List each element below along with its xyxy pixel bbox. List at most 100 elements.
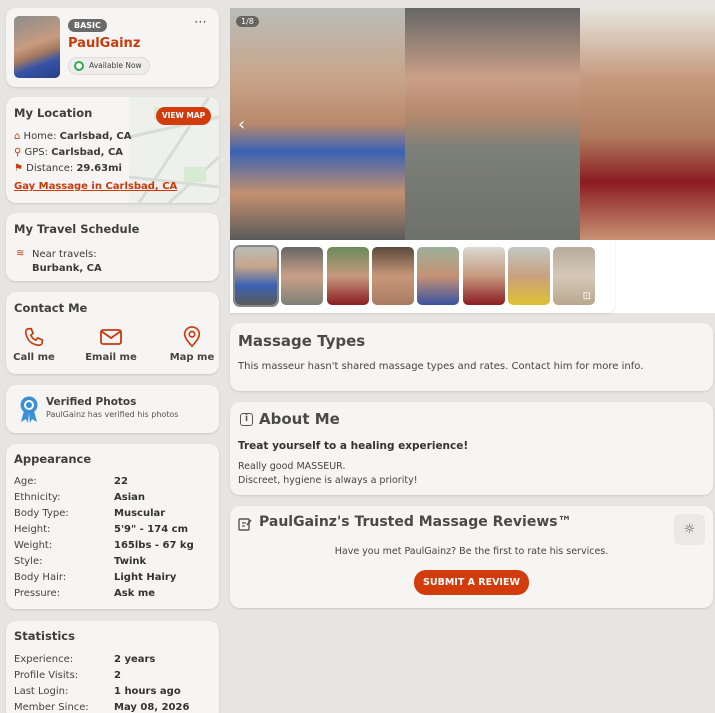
home-value: Carlsbad, CA xyxy=(59,131,132,142)
attr-key: Pressure: xyxy=(14,588,61,599)
verified-badge-icon xyxy=(20,396,38,423)
verified-title: Verified Photos xyxy=(46,396,137,408)
map-label: Map me xyxy=(169,352,215,363)
appearance-row: Ethnicity: Asian xyxy=(14,492,145,503)
verified-subtitle: PaulGainz has verified his photos xyxy=(46,410,179,419)
stat-value: May 08, 2026 xyxy=(114,702,190,713)
attr-value: 165lbs - 67 kg xyxy=(114,540,194,551)
stat-key: Member Since: xyxy=(14,702,89,713)
attr-key: Age: xyxy=(14,476,37,487)
stat-value: 2 xyxy=(114,670,121,681)
pin-icon: ⚲ xyxy=(14,147,22,158)
avatar[interactable] xyxy=(14,16,60,78)
thumbnail[interactable] xyxy=(327,247,369,305)
thumbnail[interactable] xyxy=(233,245,279,307)
home-label: Home: xyxy=(23,131,57,142)
contact-card: Contact Me Call me Email me Map me xyxy=(6,292,219,374)
thumbnail[interactable] xyxy=(372,247,414,305)
about-title: About Me xyxy=(259,410,340,428)
stat-row: Member Since: May 08, 2026 xyxy=(14,702,189,713)
thumbnail[interactable] xyxy=(463,247,505,305)
map-button[interactable]: Map me xyxy=(168,326,216,363)
thumbnail[interactable] xyxy=(508,247,550,305)
attr-value: Light Hairy xyxy=(114,572,177,583)
call-label: Call me xyxy=(13,352,55,363)
thumbnail[interactable] xyxy=(281,247,323,305)
locked-thumbnail[interactable]: ⊡ xyxy=(553,247,595,305)
home-row: ⌂ Home: Carlsbad, CA xyxy=(14,131,131,142)
stat-key: Experience: xyxy=(14,654,74,665)
distance-value: 29.63mi xyxy=(76,163,122,174)
map-pin-icon xyxy=(183,326,201,348)
about-headline: Treat yourself to a healing experience! xyxy=(238,440,469,452)
appearance-row: Age: 22 xyxy=(14,476,128,487)
stat-value: 1 hours ago xyxy=(114,686,181,697)
review-edit-icon xyxy=(238,518,252,531)
info-icon: i xyxy=(240,413,253,426)
attr-value: Ask me xyxy=(114,588,156,599)
verified-card: Verified Photos PaulGainz has verified h… xyxy=(6,385,219,433)
mail-icon xyxy=(100,329,122,345)
attr-value: 22 xyxy=(114,476,128,487)
attr-value: Muscular xyxy=(114,508,166,519)
chevron-left-icon[interactable]: ‹ xyxy=(238,114,245,135)
attr-value: Twink xyxy=(114,556,147,567)
attr-key: Body Hair: xyxy=(14,572,67,583)
distance-row: ⚑ Distance: 29.63mi xyxy=(14,163,122,174)
reviews-prompt: Have you met PaulGainz? Be the first to … xyxy=(334,546,609,557)
gallery-photo[interactable] xyxy=(405,8,580,240)
appearance-row: Weight: 165lbs - 67 kg xyxy=(14,540,194,551)
travel-card: My Travel Schedule ≋ Near travels: Burba… xyxy=(6,213,219,281)
location-title: My Location xyxy=(14,106,93,120)
lock-icon: ⊡ xyxy=(582,291,591,302)
massage-types-title: Massage Types xyxy=(238,332,366,350)
city-link[interactable]: Gay Massage in Carlsbad, CA xyxy=(14,181,177,192)
main-photo[interactable] xyxy=(230,8,405,240)
travel-icon: ≋ xyxy=(16,248,25,259)
appearance-row: Pressure: Ask me xyxy=(14,588,155,599)
reviews-card: PaulGainz's Trusted Massage Reviews™ ☼ H… xyxy=(230,506,713,608)
attr-value: Asian xyxy=(114,492,145,503)
profile-name: PaulGainz xyxy=(68,36,141,51)
statistics-title: Statistics xyxy=(14,629,75,643)
stat-row: Profile Visits: 2 xyxy=(14,670,121,681)
email-button[interactable]: Email me xyxy=(84,326,138,363)
statistics-card: Statistics Experience: 2 years Profile Vi… xyxy=(6,621,219,713)
about-line-2: Discreet, hygiene is always a priority! xyxy=(238,475,418,486)
plan-badge: BASIC xyxy=(68,19,107,32)
call-button[interactable]: Call me xyxy=(12,326,56,363)
submit-review-button[interactable]: SUBMIT A REVIEW xyxy=(414,570,529,595)
stat-row: Experience: 2 years xyxy=(14,654,155,665)
thumbnail[interactable] xyxy=(417,247,459,305)
photo-counter: 1/8 xyxy=(236,16,259,27)
appearance-card: Appearance Age: 22 Ethnicity: Asian Body T… xyxy=(6,444,219,609)
gps-value: Carlsbad, CA xyxy=(51,147,124,158)
phone-icon xyxy=(24,327,44,347)
stat-key: Last Login: xyxy=(14,686,69,697)
more-options-icon[interactable]: ⋯ xyxy=(194,15,207,30)
near-travels-label: Near travels: xyxy=(32,249,97,260)
attr-key: Style: xyxy=(14,556,43,567)
lightbulb-button[interactable]: ☼ xyxy=(674,514,705,545)
view-map-button[interactable]: VIEW MAP xyxy=(156,107,211,125)
massage-types-text: This masseur hasn't shared massage types… xyxy=(238,361,644,372)
travel-title: My Travel Schedule xyxy=(14,222,140,236)
appearance-row: Style: Twink xyxy=(14,556,146,567)
attr-key: Weight: xyxy=(14,540,53,551)
attr-key: Height: xyxy=(14,524,51,535)
appearance-row: Body Hair: Light Hairy xyxy=(14,572,176,583)
attr-key: Body Type: xyxy=(14,508,69,519)
status-text: Available Now xyxy=(89,61,142,70)
home-icon: ⌂ xyxy=(14,131,21,142)
gallery-photo[interactable] xyxy=(580,8,715,240)
online-status-icon xyxy=(74,61,84,71)
near-travels-value: Burbank, CA xyxy=(32,263,102,274)
attr-key: Ethnicity: xyxy=(14,492,61,503)
status-badge: Available Now xyxy=(68,57,150,75)
gps-label: GPS: xyxy=(24,147,49,158)
contact-title: Contact Me xyxy=(14,301,88,315)
appearance-row: Body Type: Muscular xyxy=(14,508,165,519)
reviews-title: PaulGainz's Trusted Massage Reviews™ xyxy=(259,514,572,530)
about-card: i About Me Treat yourself to a healing e… xyxy=(230,402,713,495)
distance-label: Distance: xyxy=(26,163,74,174)
